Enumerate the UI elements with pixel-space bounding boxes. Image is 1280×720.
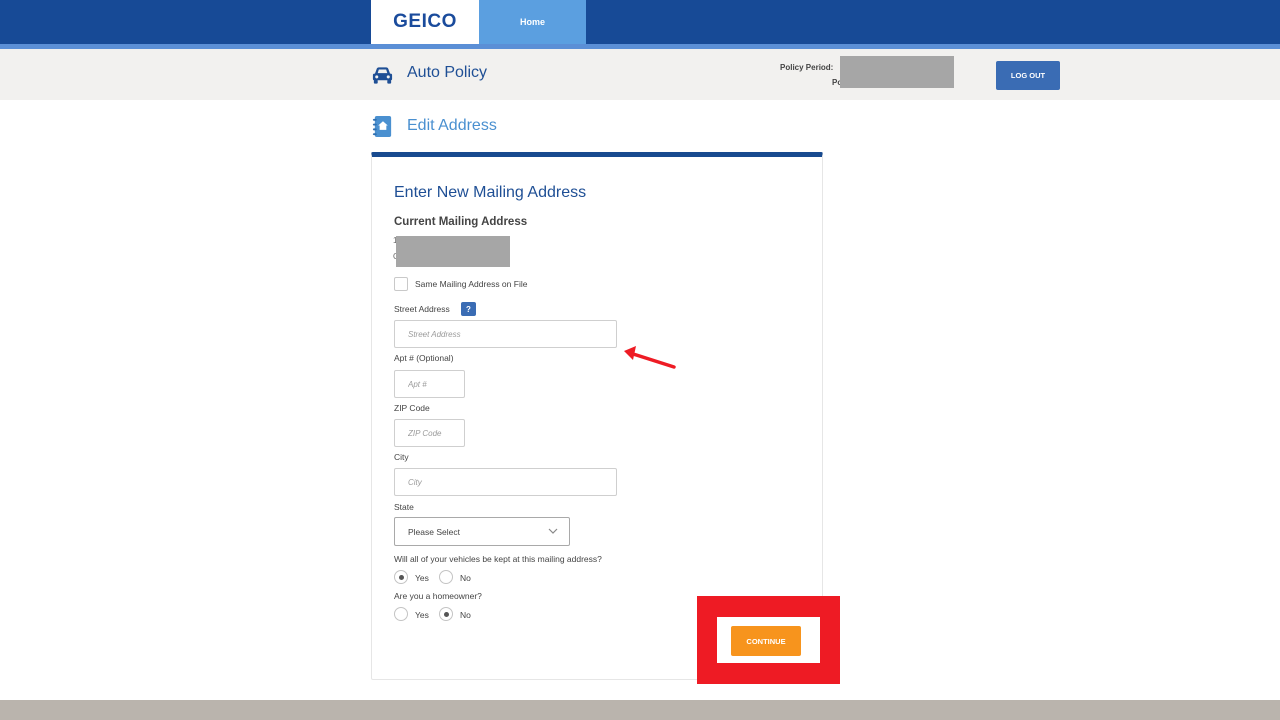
state-label: State: [394, 502, 414, 512]
same-address-checkbox[interactable]: [394, 277, 408, 291]
redacted-policy-period: [840, 56, 954, 88]
vehicles-yes-label: Yes: [415, 573, 429, 583]
street-address-label: Street Address: [394, 304, 450, 314]
logout-button[interactable]: LOG OUT: [996, 61, 1060, 90]
homeowner-no-radio[interactable]: [439, 607, 453, 621]
apt-input[interactable]: [394, 370, 465, 398]
zip-code-input[interactable]: [394, 419, 465, 447]
policy-title: Auto Policy: [407, 64, 488, 81]
logo-text: GEICO: [393, 11, 457, 32]
state-select-value: Please Select: [408, 527, 460, 537]
homeowner-yes-radio[interactable]: [394, 607, 408, 621]
policy-period-label: Policy Period:: [780, 63, 834, 72]
continue-button[interactable]: CONTINUE: [731, 626, 801, 656]
city-input[interactable]: [394, 468, 617, 496]
vehicles-question-label: Will all of your vehicles be kept at thi…: [394, 554, 602, 564]
homeowner-question-label: Are you a homeowner?: [394, 591, 482, 601]
address-book-icon: [372, 115, 392, 138]
geico-logo[interactable]: GEICO: [371, 0, 479, 44]
chevron-down-icon: [548, 528, 558, 534]
state-select[interactable]: Please Select: [394, 517, 570, 546]
footer-band: [0, 700, 1280, 720]
current-address-label: Current Mailing Address: [394, 216, 528, 228]
same-address-label: Same Mailing Address on File: [415, 279, 528, 289]
homeowner-no-label: No: [460, 610, 471, 620]
nav-tab-home[interactable]: Home: [479, 0, 586, 44]
homeowner-yes-label: Yes: [415, 610, 429, 620]
redacted-current-address: [396, 236, 510, 267]
vehicles-no-radio[interactable]: [439, 570, 453, 584]
question-icon[interactable]: ?: [461, 302, 476, 316]
top-nav-bar: [0, 0, 1280, 44]
apt-label: Apt # (Optional): [394, 353, 454, 363]
policy-bar: [0, 49, 1280, 100]
city-label: City: [394, 452, 409, 462]
zip-code-label: ZIP Code: [394, 403, 430, 413]
page-title: Edit Address: [407, 117, 497, 134]
form-heading: Enter New Mailing Address: [394, 184, 587, 201]
vehicles-yes-radio[interactable]: [394, 570, 408, 584]
car-icon: [372, 67, 393, 84]
vehicles-no-label: No: [460, 573, 471, 583]
street-address-input[interactable]: [394, 320, 617, 348]
red-arrow-annotation: [624, 346, 676, 369]
